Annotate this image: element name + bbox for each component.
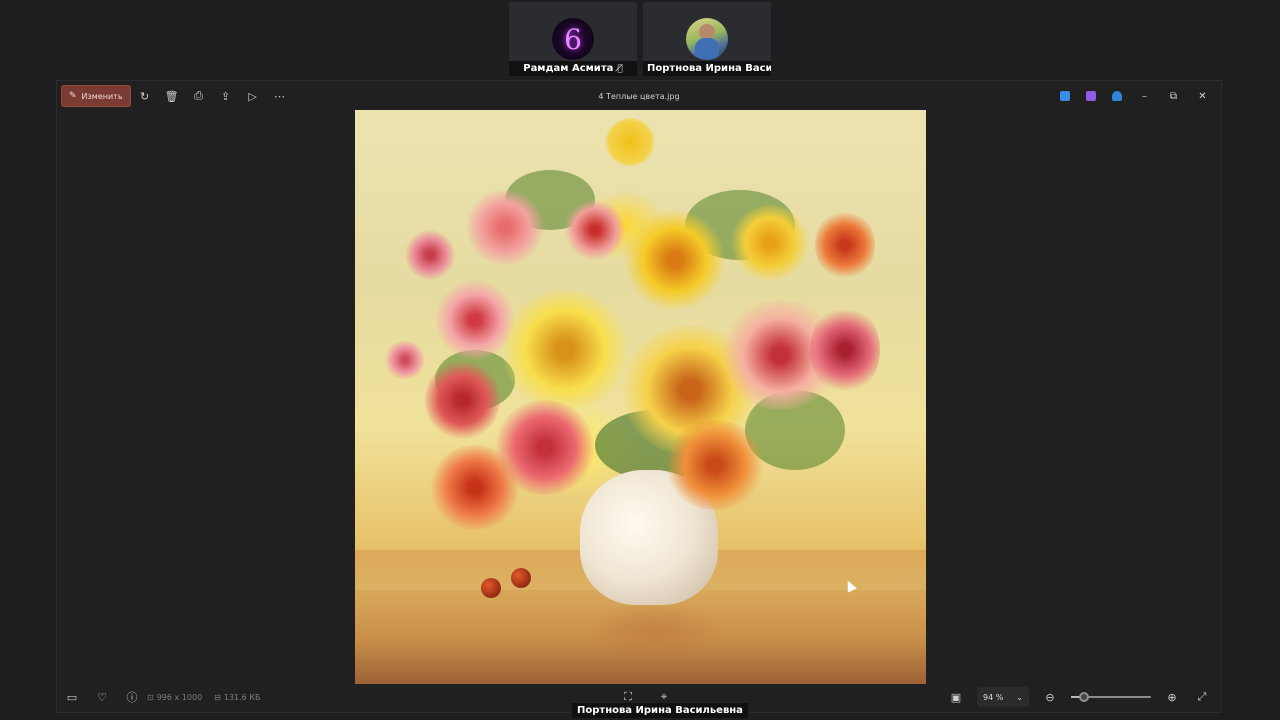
zoom-out-icon[interactable]: ⊖ bbox=[1035, 685, 1065, 709]
participant-name-1: Рамдам Асмита bbox=[523, 63, 614, 74]
rotate-icon[interactable]: ↻ bbox=[132, 85, 158, 107]
zoom-level-dropdown[interactable]: 94 % ⌄ bbox=[977, 687, 1029, 707]
participant-tile-1[interactable]: 6 Рамдам Асмита 🎙̸ bbox=[509, 2, 637, 76]
minimize-button[interactable]: – bbox=[1130, 85, 1159, 107]
participant-name-2: Портнова Ирина Васильевн bbox=[647, 63, 771, 74]
fit-to-window-icon[interactable]: ▣ bbox=[941, 685, 971, 709]
photo-image bbox=[355, 110, 926, 684]
participant-tile-2[interactable]: Портнова Ирина Васильевн bbox=[643, 2, 771, 76]
zoom-level-value: 94 % bbox=[983, 692, 1004, 702]
info-icon[interactable]: ⓘ bbox=[117, 685, 147, 709]
onedrive-app-icon[interactable] bbox=[1104, 85, 1130, 107]
participant-name-bar-2: Портнова Ирина Васильевн bbox=[643, 61, 771, 76]
file-size-icon: ⊟ bbox=[214, 692, 221, 702]
participant-avatar-1: 6 bbox=[552, 18, 594, 60]
share-icon[interactable]: ⇪ bbox=[213, 85, 239, 107]
restore-button[interactable]: ⧉ bbox=[1159, 85, 1188, 107]
favorite-heart-icon[interactable]: ♡ bbox=[87, 685, 117, 709]
zoom-slider[interactable] bbox=[1071, 690, 1151, 704]
participant-strip: 6 Рамдам Асмита🎙̸ Портнова Ирина Василье… bbox=[509, 2, 771, 76]
participant-name-bar-1: Рамдам Асмита 🎙̸ bbox=[509, 61, 637, 76]
close-button[interactable]: ✕ bbox=[1188, 85, 1217, 107]
delete-icon[interactable]: 🗑 bbox=[159, 85, 185, 107]
file-size: ⊟ 131.6 КБ bbox=[214, 693, 260, 702]
photo-viewer-window: ✎ Изменить ↻ 🗑 ⎙ ⇪ ▷ ⋯ 4 Теплые цвета.jp… bbox=[56, 80, 1222, 713]
edit-button-label: Изменить bbox=[81, 91, 123, 101]
speaker-caption: Портнова Ирина Васильевна bbox=[572, 703, 748, 718]
zoom-in-icon[interactable]: ⊕ bbox=[1157, 685, 1187, 709]
edit-button[interactable]: ✎ Изменить bbox=[61, 85, 131, 107]
edit-icon: ✎ bbox=[69, 91, 77, 101]
image-dimensions: ⊡ 996 x 1000 bbox=[147, 693, 202, 702]
fullscreen-icon[interactable]: ⤢ bbox=[1187, 685, 1217, 709]
designer-app-icon[interactable] bbox=[1052, 85, 1078, 107]
dimensions-icon: ⊡ bbox=[147, 692, 154, 702]
slideshow-icon[interactable]: ▷ bbox=[240, 85, 266, 107]
title-bar-right: – ⧉ ✕ bbox=[1052, 85, 1217, 107]
participant-avatar-2 bbox=[686, 18, 728, 60]
mic-muted-icon: 🎙̸ bbox=[617, 64, 623, 74]
clipchamp-app-icon[interactable] bbox=[1078, 85, 1104, 107]
dimensions-value: 996 x 1000 bbox=[156, 692, 203, 702]
title-bar: ✎ Изменить ↻ 🗑 ⎙ ⇪ ▷ ⋯ 4 Теплые цвета.jp… bbox=[57, 81, 1221, 111]
zoom-controls: ▣ 94 % ⌄ ⊖ ⊕ ⤢ bbox=[941, 685, 1217, 709]
more-icon[interactable]: ⋯ bbox=[267, 85, 293, 107]
file-size-value: 131.6 КБ bbox=[223, 692, 261, 702]
zoom-slider-thumb[interactable] bbox=[1079, 692, 1089, 702]
filmstrip-icon[interactable]: ▭ bbox=[57, 685, 87, 709]
chevron-down-icon: ⌄ bbox=[1016, 692, 1023, 702]
print-icon[interactable]: ⎙ bbox=[186, 85, 212, 107]
